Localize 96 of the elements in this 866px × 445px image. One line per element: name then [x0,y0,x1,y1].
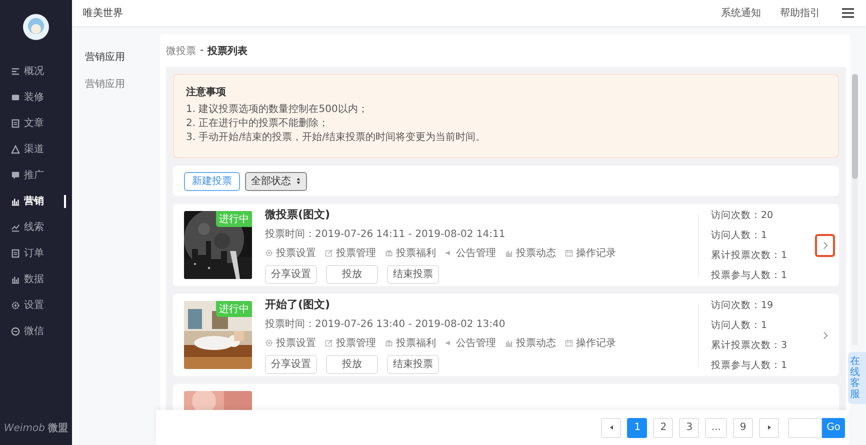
card-icon [11,92,20,102]
page-button[interactable]: 3 [679,418,700,438]
poll-action-link[interactable]: 投票管理 [325,336,376,350]
gear-icon [265,338,273,346]
chevron-right-icon [822,330,828,340]
gift-icon [385,338,393,346]
nav-item[interactable]: 营销 [0,188,72,214]
poll-button[interactable]: 分享设置 [265,264,317,284]
avatar-icon [23,14,49,40]
poll-action-link[interactable]: 操作记录 [565,246,616,260]
poll-action-link[interactable]: 公告管理 [445,336,496,350]
speaker-icon [445,248,453,256]
poll-title: 开始了(图文) [265,296,332,312]
breadcrumb-separator: - [200,45,204,56]
caret-right-icon [768,425,770,430]
notice-line: 3. 手动开始/结束的投票，开始/结束投票的时间将变更为当前时间。 [186,131,486,145]
poll-action-link[interactable]: 投票设置 [265,246,316,260]
bar-chart-icon [11,196,20,206]
line-chart-icon [11,222,20,232]
sort-arrows-icon [296,177,301,185]
bar-chart-icon [11,274,20,284]
brand-logo: Weimob 微盟 [4,422,68,435]
scrollbar[interactable] [852,74,858,345]
list-icon [11,66,20,76]
edit-icon [325,338,333,346]
poll-button[interactable]: 分享设置 [265,354,317,374]
document-icon [11,248,20,258]
nav-item[interactable]: 推广 [0,162,72,188]
nav-item[interactable]: 文章 [0,110,72,136]
stat-text: 投票参与人数：1 [711,268,788,282]
poll-title: 微投票(图文) [265,206,332,222]
edit-icon [325,248,333,256]
nav-item[interactable]: 微信 [0,318,72,344]
subnav-item[interactable]: 营销应用 [72,77,156,91]
poll-button[interactable]: 结束投票 [387,354,439,374]
page-button[interactable]: ... [705,418,727,438]
nav-item[interactable]: 数据 [0,266,72,292]
gear-icon [11,300,20,310]
chevron-right-icon [822,240,828,250]
poll-action-link[interactable]: 投票福利 [385,336,436,350]
stat-text: 访问次数：19 [711,298,774,312]
notice-title: 注意事项 [186,85,227,99]
previous-page-button[interactable] [601,418,622,438]
stat-text: 累计投票次数：1 [711,248,788,262]
message-icon [11,170,20,180]
app-title: 唯美世界 [83,6,123,20]
nav-item[interactable]: 线索 [0,214,72,240]
stat-text: 访问次数：20 [711,208,774,222]
page-button[interactable]: 2 [653,418,674,438]
speaker-icon [445,338,453,346]
caret-left-icon [610,425,613,430]
top-link[interactable]: 帮助指引 [780,6,820,20]
menu-icon[interactable] [842,8,854,18]
stat-text: 访问人数：1 [711,318,768,332]
expand-button[interactable] [815,234,835,256]
stat-text: 投票参与人数：1 [711,358,788,372]
gift-icon [385,248,393,256]
subnav-item[interactable]: 营销应用 [72,50,156,64]
status-badge: 进行中 [216,301,252,317]
bar-chart-icon [505,338,513,346]
poll-action-link[interactable]: 操作记录 [565,336,616,350]
poll-action-link[interactable]: 投票动态 [505,246,556,260]
nav-item[interactable]: 概况 [0,58,72,84]
stat-text: 累计投票次数：3 [711,338,788,352]
status-select[interactable]: 全部状态 [245,172,307,190]
nav-item[interactable]: 设置 [0,292,72,318]
nav-item[interactable]: 订单 [0,240,72,266]
poll-time: 投票时间：2019-07-26 14:11 - 2019-08-02 14:11 [265,228,506,240]
status-badge: 进行中 [216,211,252,227]
calendar-icon [565,248,573,256]
notice-line: 2. 正在进行中的投票不能删除； [186,117,330,131]
poll-action-link[interactable]: 投票动态 [505,336,556,350]
chat-bubble-icon [11,326,20,336]
poll-action-link[interactable]: 投票管理 [325,246,376,260]
poll-button[interactable]: 投放 [326,354,378,374]
bar-chart-icon [505,248,513,256]
poll-time: 投票时间：2019-07-26 13:40 - 2019-08-02 13:40 [265,318,506,330]
nav-item[interactable]: 装修 [0,84,72,110]
top-link[interactable]: 系统通知 [721,6,761,20]
breadcrumb-link[interactable]: 微投票 [166,44,196,58]
nav-item[interactable]: 渠道 [0,136,72,162]
document-icon [11,118,20,128]
page-button[interactable]: 9 [733,418,753,438]
notice-line: 1. 建议投票选项的数量控制在500以内； [186,103,369,117]
triangle-icon [11,144,20,154]
poll-action-link[interactable]: 投票设置 [265,336,316,350]
poll-button[interactable]: 投放 [326,264,378,284]
breadcrumb-current: 投票列表 [208,44,248,58]
page-input[interactable] [788,418,822,438]
next-page-button[interactable] [759,418,779,438]
calendar-icon [565,338,573,346]
gear-icon [265,248,273,256]
poll-button[interactable]: 结束投票 [387,264,439,284]
poll-action-link[interactable]: 投票福利 [385,246,436,260]
stat-text: 访问人数：1 [711,228,768,242]
poll-action-link[interactable]: 公告管理 [445,246,496,260]
